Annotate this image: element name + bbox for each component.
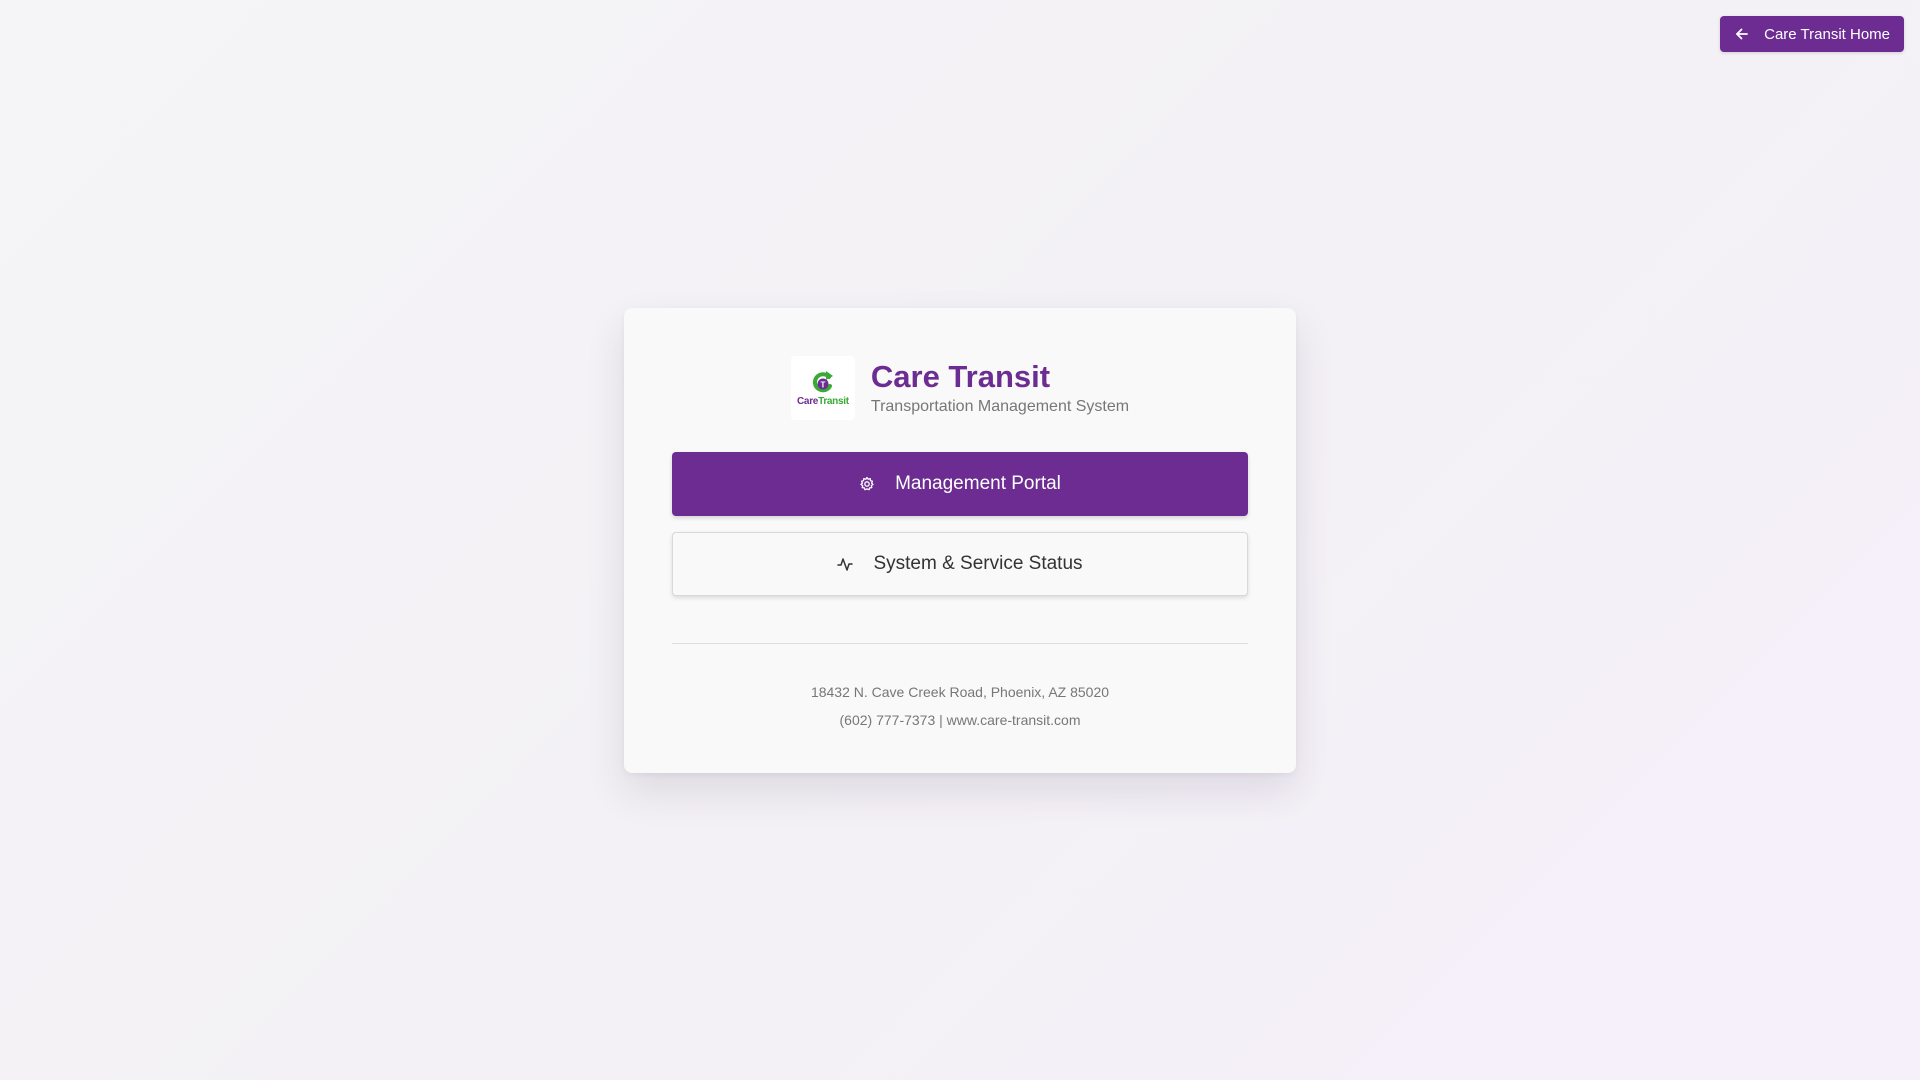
system-status-label: System & Service Status <box>873 553 1083 574</box>
footer: 18432 N. Cave Creek Road, Phoenix, AZ 85… <box>624 678 1296 734</box>
home-button-label: Care Transit Home <box>1764 25 1890 43</box>
portal-card: T CareTransit Care Transit Transportatio… <box>624 308 1296 773</box>
svg-text:T: T <box>820 381 825 390</box>
logo-mark-icon: T <box>812 371 833 393</box>
logo-wordmark: CareTransit <box>797 396 849 407</box>
brand-text: Care Transit Transportation Management S… <box>871 360 1129 416</box>
management-portal-button[interactable]: Management Portal <box>672 452 1248 516</box>
logo-text-transit: Transit <box>818 396 849 407</box>
page-subtitle: Transportation Management System <box>870 398 1130 415</box>
footer-address: 18432 N. Cave Creek Road, Phoenix, AZ 85… <box>810 684 1110 700</box>
management-portal-label: Management Portal <box>895 473 1061 494</box>
gear-icon <box>859 476 875 492</box>
page-title: Care Transit <box>870 359 1051 394</box>
activity-icon <box>837 556 854 572</box>
footer-contact: (602) 777-7373 | www.care-transit.com <box>839 712 1081 728</box>
care-transit-home-button[interactable]: Care Transit Home <box>1720 16 1904 52</box>
care-transit-logo: T CareTransit <box>790 356 855 420</box>
divider <box>672 643 1248 644</box>
brand-header: T CareTransit Care Transit Transportatio… <box>624 356 1296 420</box>
logo-text-care: Care <box>797 396 819 407</box>
system-status-button[interactable]: System & Service Status <box>672 532 1248 596</box>
arrow-left-icon <box>1734 26 1750 42</box>
